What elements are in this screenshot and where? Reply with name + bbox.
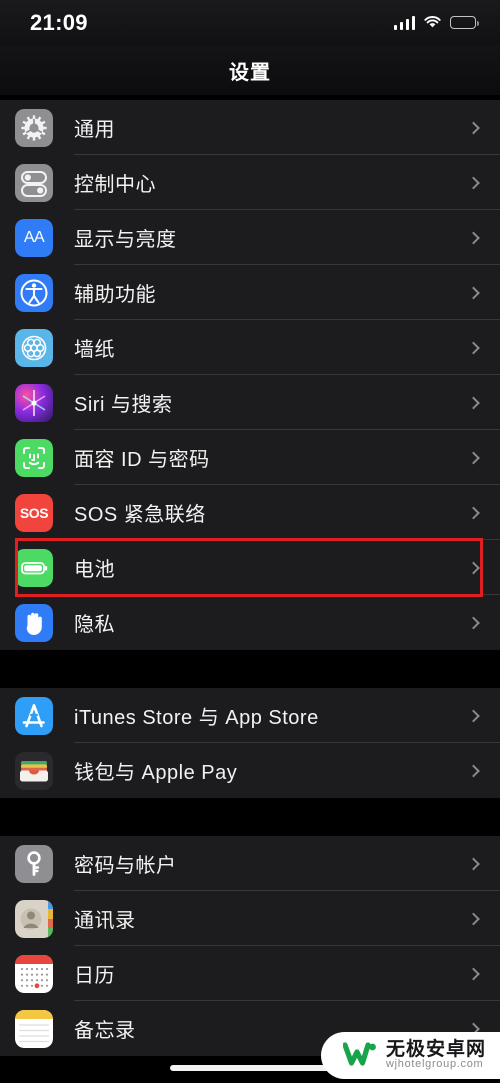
settings-row-label: 日历: [74, 965, 115, 987]
settings-row-label: 显示与亮度: [74, 229, 177, 251]
face-id-icon: [15, 438, 53, 477]
notes-icon: [15, 1009, 53, 1048]
settings-row[interactable]: 通讯录: [0, 891, 500, 946]
settings-row[interactable]: Siri 与搜索: [0, 375, 500, 430]
settings-row[interactable]: 墙纸: [0, 320, 500, 375]
settings-row-label: 钱包与 Apple Pay: [74, 762, 238, 784]
settings-row-label: 密码与帐户: [74, 855, 177, 877]
settings-row[interactable]: AA 显示与亮度: [0, 210, 500, 265]
status-bar-indicators: [393, 15, 479, 30]
settings-row-label: iTunes Store 与 App Store: [74, 707, 319, 729]
battery-green-icon: [15, 548, 53, 587]
chevron-right-icon: [467, 286, 480, 299]
settings-row[interactable]: 控制中心: [0, 155, 500, 210]
settings-row[interactable]: 密码与帐户: [0, 836, 500, 891]
status-bar: 21:09: [0, 0, 500, 45]
watermark-text: 无极安卓网 wjhotelgroup.com: [385, 1038, 486, 1071]
settings-group-system: 通用 控制中心 AA 显示与亮度 辅助功能 墙纸 Siri 与搜索 面容 ID 与密码 SOS S…: [0, 100, 500, 650]
chevron-right-icon: [467, 176, 480, 189]
siri-icon: [15, 383, 53, 422]
settings-row-label: 辅助功能: [74, 284, 156, 306]
wifi-icon: [424, 16, 441, 29]
settings-row-label: Siri 与搜索: [74, 394, 173, 416]
wallpaper-icon: [15, 328, 53, 367]
text-size-icon: AA: [15, 218, 53, 257]
navigation-bar: 设置: [0, 45, 500, 95]
watermark-url: wjhotelgroup.com: [385, 1058, 484, 1071]
settings-row[interactable]: 钱包与 Apple Pay: [0, 743, 500, 798]
settings-row-label: 备忘录: [74, 1020, 136, 1042]
page-title: 设置: [229, 61, 271, 84]
w-logo-icon: [342, 1041, 377, 1069]
signal-bars-icon: [393, 15, 415, 30]
chevron-right-icon: [467, 231, 480, 244]
chevron-right-icon: [467, 967, 480, 980]
settings-row[interactable]: 面容 ID 与密码: [0, 430, 500, 485]
sos-icon: SOS: [15, 493, 53, 532]
chevron-right-icon: [467, 912, 480, 925]
settings-row[interactable]: 通用: [0, 100, 500, 155]
settings-row-label: 控制中心: [74, 174, 156, 196]
toggles-icon: [15, 163, 53, 202]
settings-group-stores: iTunes Store 与 App Store 钱包与 Apple Pay: [0, 688, 500, 798]
settings-row-label: 电池: [74, 559, 115, 581]
chevron-right-icon: [467, 506, 480, 519]
battery-icon: [450, 16, 479, 29]
settings-row[interactable]: 隐私: [0, 595, 500, 650]
settings-group-accounts: 密码与帐户通讯录日历备忘录: [0, 836, 500, 1056]
watermark-name: 无极安卓网: [385, 1038, 486, 1060]
chevron-right-icon: [467, 451, 480, 464]
status-bar-time: 21:09: [30, 9, 88, 35]
settings-row-label: 隐私: [74, 614, 115, 636]
chevron-right-icon: [467, 616, 480, 629]
settings-row-label: 面容 ID 与密码: [74, 449, 210, 471]
section-gap-2: [0, 798, 500, 836]
settings-row-label: 通讯录: [74, 910, 136, 932]
calendar-icon: [15, 954, 53, 993]
chevron-right-icon: [467, 121, 480, 134]
chevron-right-icon: [467, 764, 480, 777]
wallet-icon: [15, 751, 53, 790]
settings-row-label: SOS 紧急联络: [74, 504, 206, 526]
iphone-settings-screen: 21:09 设置 通用控制中心 AA 显示与亮度辅助功能墙纸 Siri 与搜索面容 I…: [0, 0, 500, 1083]
chevron-right-icon: [467, 396, 480, 409]
settings-row[interactable]: 辅助功能: [0, 265, 500, 320]
section-gap-1: [0, 650, 500, 688]
hand-icon: [15, 603, 53, 642]
home-indicator[interactable]: [170, 1065, 330, 1071]
watermark: 无极安卓网 wjhotelgroup.com: [320, 1031, 500, 1079]
chevron-right-icon: [467, 857, 480, 870]
accessibility-icon: [15, 273, 53, 312]
contacts-icon: [15, 899, 53, 938]
settings-row-label: 墙纸: [74, 339, 115, 361]
settings-row[interactable]: 日历: [0, 946, 500, 1001]
settings-row[interactable]: iTunes Store 与 App Store: [0, 688, 500, 743]
chevron-right-icon: [467, 561, 480, 574]
settings-row[interactable]: SOS SOS 紧急联络: [0, 485, 500, 540]
key-icon: [15, 844, 53, 883]
gear-icon: [15, 108, 53, 147]
settings-row-label: 通用: [74, 119, 115, 141]
chevron-right-icon: [467, 709, 480, 722]
app-store-icon: [15, 696, 53, 735]
settings-row[interactable]: 电池: [0, 540, 500, 595]
chevron-right-icon: [467, 341, 480, 354]
